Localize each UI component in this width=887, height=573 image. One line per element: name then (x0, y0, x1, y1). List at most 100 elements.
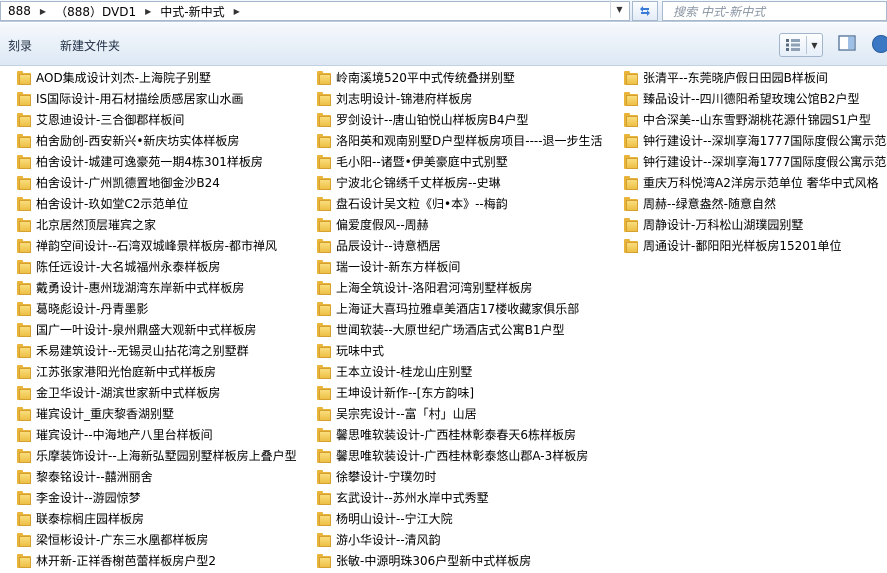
folder-item[interactable]: 王坤设计新作--[东方韵味] (317, 382, 474, 403)
folder-label: 品辰设计--诗意栖居 (336, 239, 441, 253)
folder-item[interactable]: 吴宗宪设计--富「村」山居 (317, 403, 477, 424)
folder-item[interactable]: 徐攀设计-宁璞勿时 (317, 466, 436, 487)
folder-label: 偏爱度假风--周赫 (336, 218, 429, 232)
folder-item[interactable]: 钟行建设计--深圳享海1777国际度假公寓示范单 (624, 130, 887, 151)
folder-label: 金卫华设计-湖滨世家新中式样板房 (36, 386, 221, 400)
folder-item[interactable]: 国广一叶设计-泉州鼎盛大观新中式样板房 (17, 319, 256, 340)
refresh-button[interactable] (632, 1, 658, 21)
folder-item[interactable]: 洛阳英和观南别墅D户型样板房项目----退一步生活 (317, 130, 603, 151)
folder-item[interactable]: 瑞一设计-新东方样板间 (317, 256, 460, 277)
folder-label: 柏舍励创-西安新兴•新庆坊实体样板房 (36, 134, 240, 148)
folder-item[interactable]: 周通设计-鄱阳阳光样板房15201单位 (624, 235, 842, 256)
folder-icon (317, 301, 331, 317)
folder-icon (317, 238, 331, 254)
folder-label: 张清平--东莞晓庐假日田园B样板间 (643, 71, 828, 85)
folder-item[interactable]: 璀宾设计_重庆黎香湖别墅 (17, 403, 174, 424)
folder-item[interactable]: 岭南溪境520平中式传统叠拼别墅 (317, 67, 515, 88)
folder-icon (624, 70, 638, 86)
folder-item[interactable]: 刘志明设计-锦港府样板房 (317, 88, 472, 109)
folder-item[interactable]: 艾恩迪设计-三合御郡样板间 (17, 109, 184, 130)
folder-item[interactable]: 北京居然顶层璀宾之家 (17, 214, 156, 235)
chevron-right-icon[interactable]: ▶ (34, 7, 52, 16)
folder-item[interactable]: 柏舍励创-西安新兴•新庆坊实体样板房 (17, 130, 239, 151)
folder-item[interactable]: 周赫--绿意盎然-随意自然 (624, 193, 776, 214)
folder-icon (17, 364, 31, 380)
folder-label: 盘石设计吴文粒《归•本》--梅韵 (336, 197, 508, 211)
preview-pane-button[interactable] (838, 35, 856, 53)
folder-label: 黎泰铭设计--囍洲丽舍 (36, 470, 153, 484)
folder-item[interactable]: 品辰设计--诗意栖居 (317, 235, 441, 256)
folder-item[interactable]: 游小华设计--清风韵 (317, 529, 441, 550)
folder-label: 毛小阳--诸暨•伊美豪庭中式别墅 (336, 155, 508, 169)
address-bar[interactable]: 888 ▶ （888）DVD1 ▶ 中式-新中式 ▶ (0, 1, 630, 21)
folder-item[interactable]: 偏爱度假风--周赫 (317, 214, 429, 235)
folder-item[interactable]: 李金设计--游园惊梦 (17, 487, 141, 508)
folder-item[interactable]: 玄武设计--苏州水岸中式秀墅 (317, 487, 489, 508)
breadcrumb-root[interactable]: 888 (5, 4, 34, 18)
folder-item[interactable]: 禾易建筑设计--无锡灵山拈花湾之别墅群 (17, 340, 249, 361)
folder-icon (317, 469, 331, 485)
folder-item[interactable]: 钟行建设计--深圳享海1777国际度假公寓示范单 (624, 151, 887, 172)
folder-item[interactable]: 禅韵空间设计--石湾双城峰景样板房-都市禅风 (17, 235, 277, 256)
folder-item[interactable]: 张清平--东莞晓庐假日田园B样板间 (624, 67, 828, 88)
folder-item[interactable]: AOD集成设计刘杰-上海院子别墅 (17, 67, 211, 88)
folder-item[interactable]: 璀宾设计--中海地产八里台样板间 (17, 424, 213, 445)
breadcrumb-dvd1[interactable]: （888）DVD1 (52, 3, 139, 20)
folder-item[interactable]: 江苏张家港阳光怡庭新中式样板房 (17, 361, 216, 382)
folder-item[interactable]: 陈任远设计-大名城福州永泰样板房 (17, 256, 220, 277)
folder-label: 世闻软装--大原世纪广场酒店式公寓B1户型 (336, 323, 565, 337)
folder-item[interactable]: 玩味中式 (317, 340, 384, 361)
folder-item[interactable]: 盘石设计吴文粒《归•本》--梅韵 (317, 193, 508, 214)
folder-item[interactable]: 戴勇设计-惠州珑湖湾东岸新中式样板房 (17, 277, 244, 298)
help-icon[interactable] (872, 35, 887, 53)
search-input[interactable]: 搜索 中式-新中式 (662, 1, 887, 21)
folder-label: 乐摩装饰设计--上海新弘墅园别墅样板房上叠户型 (36, 449, 297, 463)
chevron-right-icon[interactable]: ▶ (228, 7, 246, 16)
folder-item[interactable]: 馨思唯软装设计-广西桂林彰泰春天6栋样板房 (317, 424, 576, 445)
folder-item[interactable]: 上海证大喜玛拉雅卓美酒店17楼收藏家俱乐部 (317, 298, 579, 319)
folder-item[interactable]: 中合深美--山东雪野湖桃花源什锦园S1户型 (624, 109, 871, 130)
burn-button[interactable]: 刻录 (8, 37, 32, 54)
folder-label: 宁波北仑锦绣千丈样板房--史琳 (336, 176, 501, 190)
folder-item[interactable]: 柏舍设计-城建可逸豪苑一期4栋301样板房 (17, 151, 263, 172)
folder-icon (17, 406, 31, 422)
folder-item[interactable]: 重庆万科悦湾A2洋房示范单位 奢华中式风格 (624, 172, 879, 193)
folder-icon (17, 532, 31, 548)
folder-item[interactable]: 金卫华设计-湖滨世家新中式样板房 (17, 382, 220, 403)
folder-item[interactable]: 柏舍设计-广州凯德置地御金沙B24 (17, 172, 220, 193)
folder-item[interactable]: 林开新-正祥香榭芭蕾样板房户型2 (17, 550, 216, 571)
folder-item[interactable]: 王本立设计-桂龙山庄别墅 (317, 361, 472, 382)
view-options-dropdown[interactable]: ▼ (807, 41, 822, 50)
new-folder-button[interactable]: 新建文件夹 (60, 37, 120, 54)
breadcrumb-current[interactable]: 中式-新中式 (157, 3, 227, 20)
folder-item[interactable]: 周静设计-万科松山湖璞园别墅 (624, 214, 803, 235)
folder-label: 重庆万科悦湾A2洋房示范单位 奢华中式风格 (643, 176, 879, 190)
folder-item[interactable]: 杨明山设计--宁江大院 (317, 508, 453, 529)
chevron-right-icon[interactable]: ▶ (139, 7, 157, 16)
folder-item[interactable]: 黎泰铭设计--囍洲丽舍 (17, 466, 153, 487)
folder-item[interactable]: 宁波北仑锦绣千丈样板房--史琳 (317, 172, 501, 193)
folder-icon (624, 112, 638, 128)
folder-label: 王坤设计新作--[东方韵味] (336, 386, 475, 400)
folder-item[interactable]: 联泰棕榈庄园样板房 (17, 508, 144, 529)
folder-item[interactable]: 梁恒彬设计-广东三水凰都样板房 (17, 529, 208, 550)
change-view-button[interactable]: ▼ (779, 33, 823, 57)
folder-label: 馨思唯软装设计-广西桂林彰泰悠山郡A-3样板房 (336, 449, 589, 463)
folder-item[interactable]: 柏舍设计-玖如堂C2示范单位 (17, 193, 188, 214)
folder-label: 罗剑设计--唐山铂悦山样板房B4户型 (336, 113, 529, 127)
folder-item[interactable]: IS国际设计-用石材描绘质感居家山水画 (17, 88, 244, 109)
folder-icon (17, 238, 31, 254)
folder-item[interactable]: 馨思唯软装设计-广西桂林彰泰悠山郡A-3样板房 (317, 445, 588, 466)
folder-item[interactable]: 世闻软装--大原世纪广场酒店式公寓B1户型 (317, 319, 565, 340)
folder-item[interactable]: 毛小阳--诸暨•伊美豪庭中式别墅 (317, 151, 508, 172)
preview-pane-icon (838, 35, 856, 51)
folder-item[interactable]: 上海全筑设计-洛阳君河湾别墅样板房 (317, 277, 532, 298)
address-history-dropdown[interactable]: ▼ (610, 0, 628, 18)
folder-item[interactable]: 张敏-中源明珠306户型新中式样板房 (317, 550, 531, 571)
folder-icon (317, 385, 331, 401)
folder-icon (624, 217, 638, 233)
folder-item[interactable]: 臻品设计--四川德阳希望玫瑰公馆B2户型 (624, 88, 860, 109)
folder-item[interactable]: 乐摩装饰设计--上海新弘墅园别墅样板房上叠户型 (17, 445, 297, 466)
folder-item[interactable]: 葛晓彪设计-丹青墨影 (17, 298, 148, 319)
folder-item[interactable]: 罗剑设计--唐山铂悦山样板房B4户型 (317, 109, 529, 130)
